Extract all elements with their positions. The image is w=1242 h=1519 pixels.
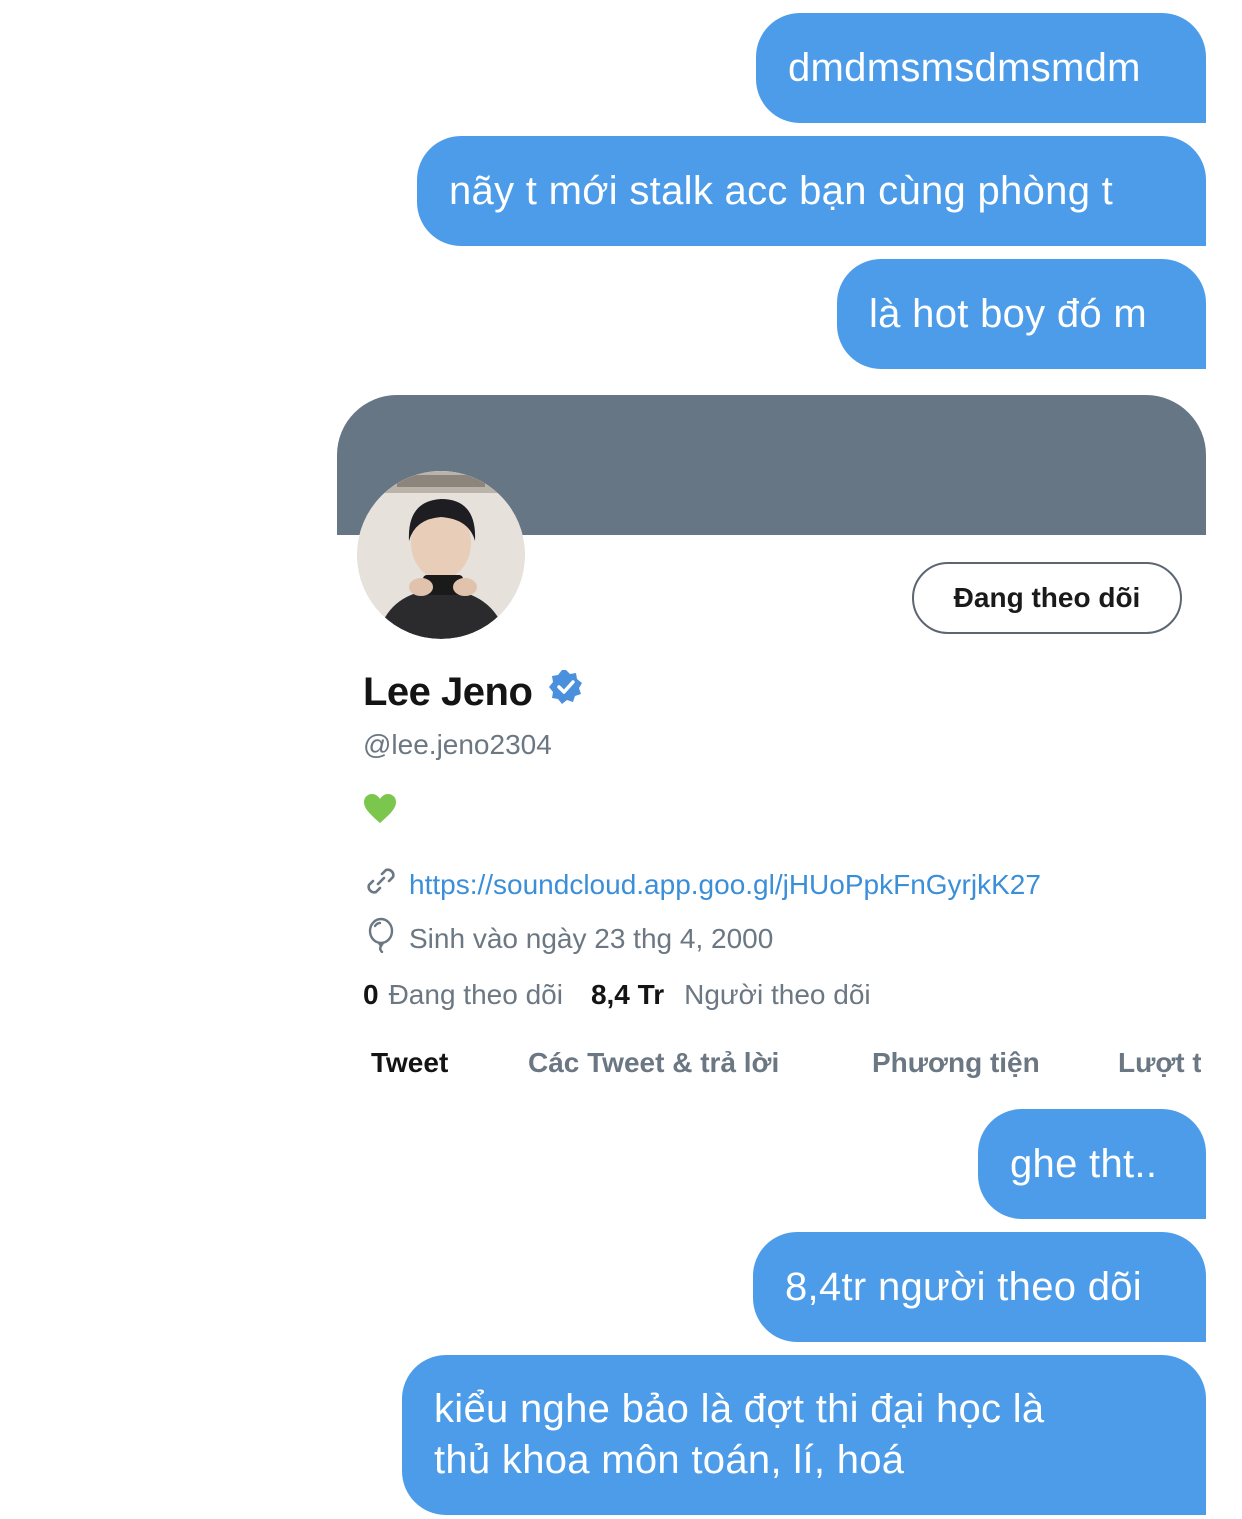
tab-likes[interactable]: Lượt t <box>1118 1047 1201 1079</box>
profile-name: Lee Jeno <box>363 669 584 715</box>
message-line: thủ khoa môn toán, lí, hoá <box>434 1438 905 1482</box>
profile-handle: @lee.jeno2304 <box>363 729 552 760</box>
tab-tweets-replies[interactable]: Các Tweet & trả lời <box>528 1047 779 1079</box>
profile-birthday-row: Sinh vào ngày 23 thg 4, 2000 <box>363 917 773 960</box>
following-button[interactable]: Đang theo dõi <box>912 562 1182 634</box>
following-label[interactable]: Đang theo dõi <box>389 979 563 1011</box>
profile-birthday: Sinh vào ngày 23 thg 4, 2000 <box>409 922 774 954</box>
profile-name-text: Lee Jeno <box>363 669 533 714</box>
following-count[interactable]: 0 <box>363 979 379 1011</box>
profile-stats: 0 Đang theo dõi 8,4 Tr Người theo dõi <box>363 979 871 1011</box>
message-bubble[interactable]: nãy t mới stalk acc bạn cùng phòng t <box>417 136 1206 246</box>
profile-link-row[interactable]: https://soundcloud.app.goo.gl/jHUoPpkFnG… <box>363 863 1041 906</box>
balloon-icon <box>363 917 399 960</box>
profile-tabs: Tweet Các Tweet & trả lời Phương tiện Lư… <box>337 1043 1201 1087</box>
message-line: kiểu nghe bảo là đợt thi đại học là <box>434 1387 1045 1431</box>
profile-card[interactable]: Đang theo dõi Lee Jeno @lee.jeno2304 💚 h… <box>337 395 1206 1095</box>
verified-badge-icon <box>548 669 584 715</box>
message-bubble[interactable]: 8,4tr người theo dõi <box>753 1232 1206 1342</box>
profile-bio: 💚 <box>363 793 397 830</box>
message-bubble[interactable]: dmdmsmsdmsmdm <box>756 13 1206 123</box>
profile-link[interactable]: https://soundcloud.app.goo.gl/jHUoPpkFnG… <box>409 869 1041 901</box>
avatar[interactable] <box>357 471 525 639</box>
message-bubble[interactable]: ghe tht.. <box>978 1109 1206 1219</box>
followers-count[interactable]: 8,4 Tr <box>591 979 664 1011</box>
followers-label[interactable]: Người theo dõi <box>684 979 871 1011</box>
link-icon <box>363 863 399 906</box>
tab-tweets[interactable]: Tweet <box>371 1047 448 1079</box>
message-bubble[interactable]: là hot boy đó m <box>837 259 1206 369</box>
message-bubble[interactable]: kiểu nghe bảo là đợt thi đại học là thủ … <box>402 1355 1206 1515</box>
tab-media[interactable]: Phương tiện <box>872 1047 1040 1079</box>
green-heart-icon <box>364 794 396 823</box>
